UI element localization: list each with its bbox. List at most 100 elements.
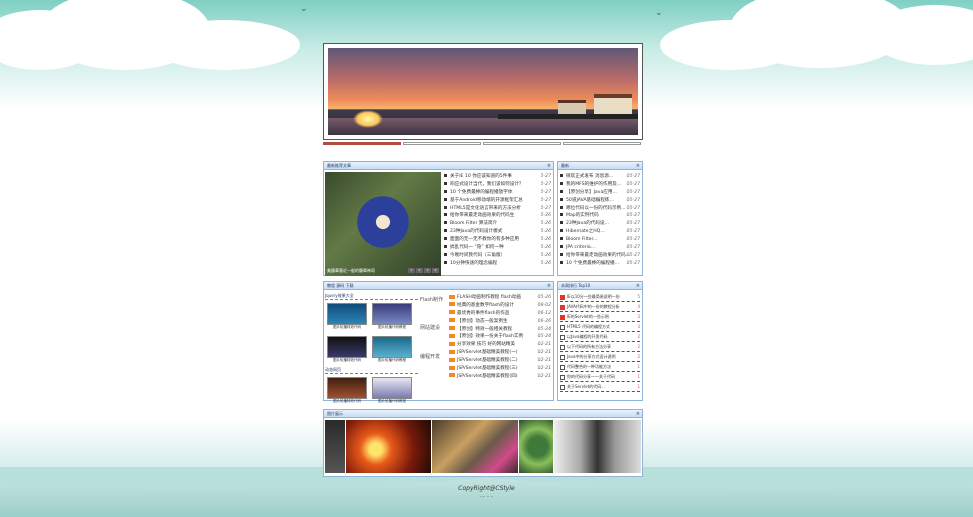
list-item-title: 今晚时间我代码（三角版） [450, 252, 506, 258]
list-item[interactable]: 微软正式发布 消息源... 05-27 [560, 173, 640, 181]
sun-image [353, 110, 383, 128]
rank-item[interactable]: 代码整合的一种功能方法 1 [560, 362, 640, 372]
dancers-photo [343, 182, 423, 262]
list-item[interactable]: FLASH动画制作教程 flash动画 05-26 [449, 294, 551, 302]
rank-item[interactable]: IE以10分一些最简易说明一份 5 [560, 292, 640, 302]
list-item[interactable]: 给你带来最走动画效果的代码... 05-27 [560, 252, 640, 260]
list-item[interactable]: 面面的无一无不教你的有多种应用 5-26 [444, 236, 551, 244]
rank-item[interactable]: 关于Servlet的代码... 1 [560, 382, 640, 392]
rank-item-count: 4 [637, 304, 640, 309]
list-item[interactable]: 今晚时间我代码（三角版） 5-26 [444, 252, 551, 260]
list-item-date: 02-21 [537, 358, 551, 364]
pager-button[interactable]: 2 [416, 268, 423, 273]
thumbnail-item[interactable]: 图片轮播代码教程 [372, 377, 412, 404]
rank-item[interactable]: 以下代码的所有方法分享 2 [560, 342, 640, 352]
close-icon[interactable]: × [547, 282, 551, 290]
banner-tab-2[interactable] [403, 142, 481, 145]
close-icon[interactable]: × [547, 162, 551, 170]
rank-item[interactable]: 你的代码分享一一关于代码 1 [560, 372, 640, 382]
rank-item[interactable]: HTML5 代码的编程方式 3 [560, 322, 640, 332]
list-item[interactable]: 【原创分享】Java应用... 05-27 [560, 189, 640, 197]
thumbnail-item[interactable]: 图片轮播特效代码 [327, 377, 367, 404]
list-item-date: 5-26 [540, 213, 551, 219]
list-item[interactable]: Bloom Filter... 05-27 [560, 236, 640, 244]
banner-tab-4[interactable] [563, 142, 641, 145]
list-item[interactable]: 【原创】动态一般案例生 06-26 [449, 318, 551, 326]
photo-item[interactable] [325, 420, 345, 473]
list-item-title: 【原创】动态一般案例生 [457, 318, 508, 324]
list-item[interactable]: 【原创】特效一般相关教程 05-24 [449, 326, 551, 334]
list-item[interactable]: 【原创】效果一份关于flash实例 05-24 [449, 333, 551, 341]
rank-number-icon [560, 364, 565, 370]
list-item[interactable]: 10分钟快速的理念编程 5-26 [444, 260, 551, 268]
thumbnail-item[interactable]: 图片轮播特效代码 [327, 303, 367, 330]
list-item[interactable]: 哪位代码以一份的代码示例... 05-27 [560, 205, 640, 213]
bullet-icon [560, 237, 563, 241]
list-item[interactable]: 响应式设计当代，我们该如何设计？ 5-27 [444, 181, 551, 189]
list-item[interactable]: 关于IE 10 你应该知道的5件事 5-27 [444, 173, 551, 181]
banner-tab-3[interactable] [483, 142, 561, 145]
list-item-date: 06-12 [537, 310, 551, 316]
rank-item[interactable]: IE的Servlet的一些示例 3 [560, 312, 640, 322]
list-item[interactable]: 23种Java的代码设... 05-27 [560, 220, 640, 228]
list-item-date: 05-26 [537, 295, 551, 300]
list-item[interactable]: HTML5是文化语言带来的方法分析 5-27 [444, 205, 551, 213]
list-item-date: 5-27 [540, 197, 551, 203]
rank-item[interactable]: 以Java编程的开发代码 2 [560, 332, 640, 342]
list-item[interactable]: Map的实例代码 05-27 [560, 212, 640, 220]
thumbnail-item[interactable]: 图片轮播代码教程 [372, 336, 412, 363]
footer: CopyRight@CStyle ···· ·· ·· [0, 485, 973, 499]
list-item-title: JSP/Servlet基础精美教程(三) [457, 366, 518, 372]
list-item[interactable]: JSP/Servlet基础精美教程(一) 02-21 [449, 349, 551, 357]
banner-tab-1[interactable] [323, 142, 401, 145]
list-item[interactable]: Hibernate之HQ... 05-27 [560, 228, 640, 236]
category-label[interactable]: Flash制作 [420, 296, 443, 303]
thumbnail-image [372, 377, 412, 399]
category-label[interactable]: 网站建设 [420, 324, 440, 331]
list-item[interactable]: 我的MFS的维护的作用及... 05-27 [560, 181, 640, 189]
list-item[interactable]: JSP/Servlet基础精美教程(三) 02-21 [449, 365, 551, 373]
bullet-icon [444, 221, 447, 225]
list-item[interactable]: 23种Java的代码设计模式 5-26 [444, 228, 551, 236]
list-item[interactable]: 基于Android移动端的开源框架汇总 5-27 [444, 197, 551, 205]
photo-item[interactable] [518, 420, 553, 473]
list-item[interactable]: JPA criteria... 05-27 [560, 244, 640, 252]
pager-button[interactable]: 1 [408, 268, 415, 273]
rank-panel: 本周排行 Top10 × IE以10分一些最简易说明一份 5 JAVA代码中的一份的… [557, 281, 643, 401]
list-item[interactable]: 最优秀的事件flash的作品 06-12 [449, 310, 551, 318]
list-item[interactable]: 搞乱代码一 “隐” 如何一种 5-26 [444, 244, 551, 252]
list-item[interactable]: 50道JAVA基础编程练... 05-27 [560, 197, 640, 205]
list-item-title: 10 个免费最棒的编程播放字体 [450, 189, 513, 195]
list-item[interactable]: 10 个免费最棒的编程播... 05-27 [560, 260, 640, 268]
thumbnail-item[interactable]: 图片轮播代码教程 [372, 303, 412, 330]
photo-item[interactable] [553, 420, 641, 473]
close-icon[interactable]: × [636, 410, 640, 418]
list-item[interactable]: 分享效果 技巧 好的网站精美 02-21 [449, 341, 551, 349]
banner-slideshow[interactable] [323, 43, 643, 140]
list-item-date: 05-27 [626, 229, 640, 235]
rank-item[interactable]: JAVA代码中的一份的教程分析 4 [560, 302, 640, 312]
photo-item[interactable] [432, 420, 518, 473]
list-item[interactable]: 给你带来最走动画效果的代码生 5-26 [444, 212, 551, 220]
list-item[interactable]: 经典的基金数字flash的设计 08-02 [449, 302, 551, 310]
bullet-icon [444, 189, 447, 193]
thumbnail-item[interactable]: 图片轮播特效代码 [327, 336, 367, 363]
bullet-icon [444, 174, 447, 177]
list-item-title: 【原创】效果一份关于flash实例 [457, 334, 524, 340]
pager-button[interactable]: 3 [424, 268, 431, 273]
list-item[interactable]: JSP/Servlet基础精美教程(二) 02-21 [449, 357, 551, 365]
list-item[interactable]: JSP/Servlet基础精美教程(四) 02-21 [449, 373, 551, 381]
category-label[interactable]: 编程开发 [420, 353, 440, 360]
list-item[interactable]: 10 个免费最棒的编程播放字体 5-27 [444, 189, 551, 197]
list-item[interactable]: Bloom Filter 算法简介 5-26 [444, 220, 551, 228]
panel-title: 本周排行 Top10 × [558, 282, 642, 290]
list-item-title: Hibernate之HQ... [566, 229, 605, 235]
rank-number-icon [560, 304, 565, 310]
pager-button[interactable]: 4 [432, 268, 439, 273]
news-feature-image[interactable]: 美國華裔近一般的簡單神奇 1 2 3 4 [325, 172, 441, 276]
tutorial-panel: 教程 源码 下载 × Jquery效果大全 图片轮播特效代码 图片轮播代码教程 … [323, 281, 554, 404]
close-icon[interactable]: × [636, 282, 640, 290]
rank-item[interactable]: Java中的分享方式设计说明 2 [560, 352, 640, 362]
photo-item[interactable] [345, 420, 432, 473]
close-icon[interactable]: × [636, 162, 640, 170]
